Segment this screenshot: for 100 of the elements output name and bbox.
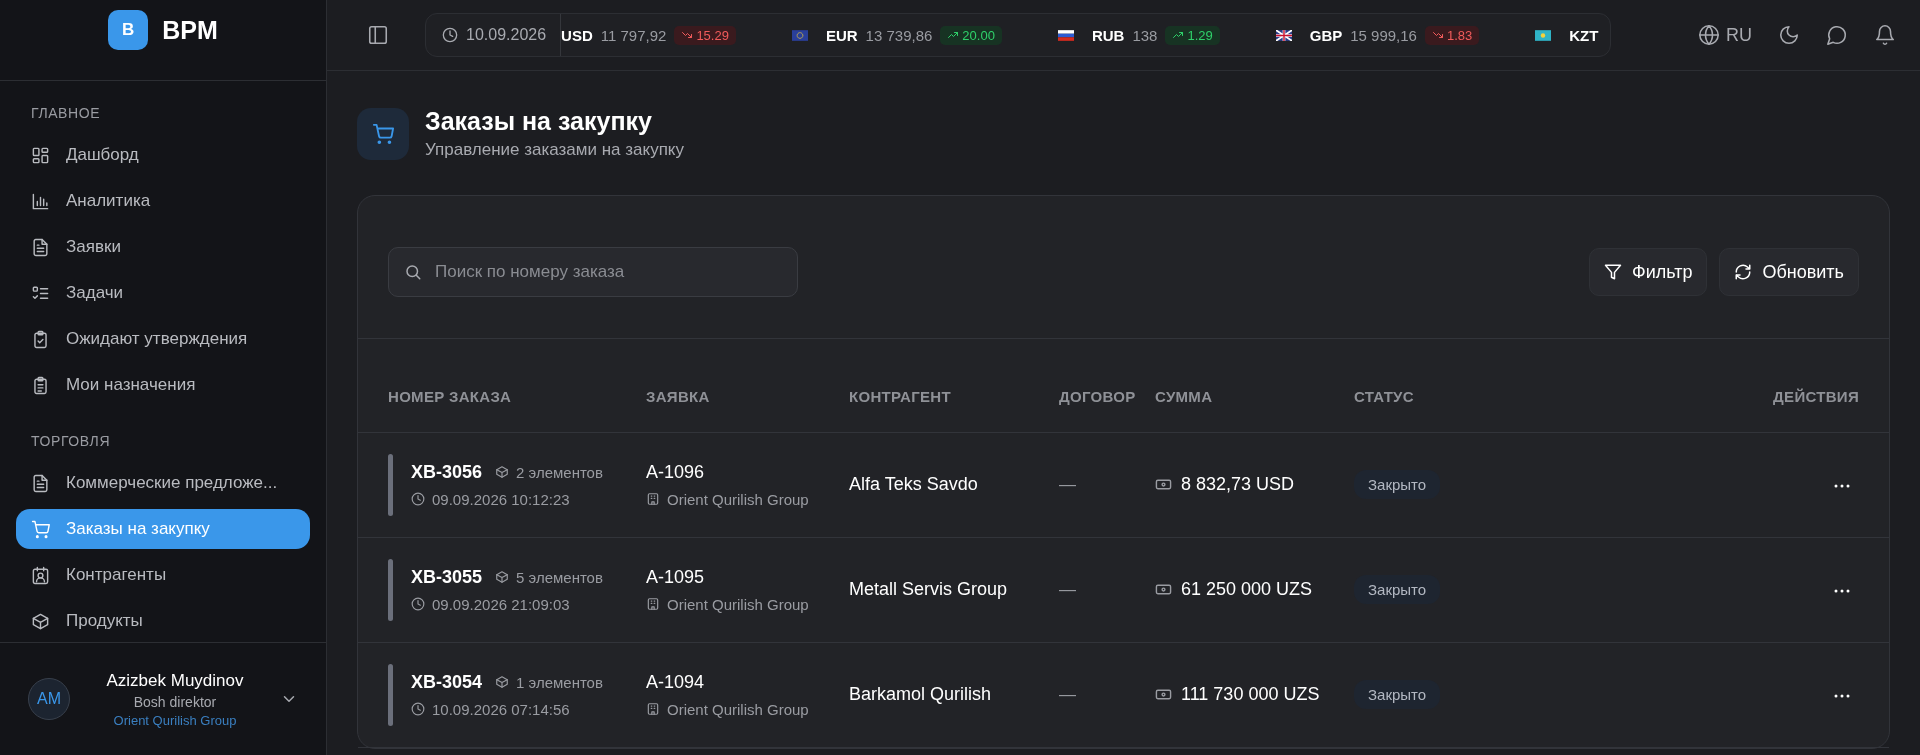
- refresh-button[interactable]: Обновить: [1719, 248, 1859, 296]
- clock-icon: [411, 597, 425, 611]
- cart-icon: [31, 519, 50, 539]
- order-amount: 61 250 000 UZS: [1181, 579, 1313, 600]
- flag-icon: [1057, 29, 1074, 41]
- rate-change-badge: 15.29: [674, 25, 736, 45]
- contract-value: —: [1059, 684, 1076, 704]
- order-number: XB-3054: [411, 671, 483, 693]
- box-icon: [495, 465, 510, 479]
- status-badge: Закрыто: [1354, 680, 1441, 709]
- status-badge: Закрыто: [1354, 575, 1441, 604]
- sidebar-item[interactable]: Продукты: [16, 601, 310, 641]
- order-datetime: 09.09.2026 10:12:23: [432, 490, 570, 508]
- bar-chart-icon: [31, 191, 50, 211]
- currency-code: GBP: [1309, 26, 1343, 44]
- contact-card-icon: [31, 565, 50, 585]
- item-count: 5 элементов: [516, 568, 603, 586]
- clock-icon: [442, 27, 458, 43]
- box-icon: [495, 675, 510, 689]
- section-title: ТОРГОВЛЯ: [30, 433, 112, 451]
- column-header: СУММА: [1155, 387, 1213, 405]
- flag-icon: [791, 29, 808, 41]
- contract-value: —: [1059, 579, 1076, 599]
- search-field[interactable]: Поиск по номеру заказа: [388, 247, 798, 297]
- search-icon: [404, 263, 422, 281]
- chat-bubble-icon[interactable]: [1826, 24, 1848, 46]
- flag-icon: [1535, 29, 1552, 41]
- order-amount: 111 730 000 UZS: [1181, 684, 1320, 705]
- order-datetime: 10.09.2026 07:14:56: [432, 700, 570, 718]
- sidebar-item[interactable]: Коммерческие предложе...: [16, 463, 310, 503]
- clock-icon: [411, 702, 425, 716]
- page-title: Заказы на закупку: [425, 107, 653, 136]
- request-company: Orient Qurilish Group: [667, 700, 809, 718]
- filter-button[interactable]: Фильтр: [1589, 248, 1708, 296]
- box-icon: [31, 611, 50, 631]
- flag-icon: [1275, 29, 1292, 41]
- row-accent-bar: [388, 663, 393, 726]
- order-number: XB-3056: [411, 461, 483, 483]
- column-header: КОНТРАГЕНТ: [849, 387, 951, 405]
- column-header: ДЕЙСТВИЯ: [1773, 387, 1859, 405]
- column-header: НОМЕР ЗАКАЗА: [388, 387, 512, 405]
- request-company: Orient Qurilish Group: [667, 490, 809, 508]
- row-accent-bar: [388, 453, 393, 516]
- filter-icon: [1604, 263, 1622, 281]
- language-button[interactable]: RU: [1698, 24, 1752, 46]
- counterparty-name: Metall Servis Group: [849, 579, 1008, 599]
- clock-icon: [411, 492, 425, 506]
- row-accent-bar: [388, 558, 393, 621]
- refresh-icon: [1734, 263, 1753, 281]
- currency-rate: 11 797,92: [600, 26, 667, 44]
- moon-icon[interactable]: [1778, 24, 1800, 46]
- column-header: ЗАЯВКА: [646, 387, 710, 405]
- box-icon: [495, 570, 510, 584]
- currency-rate: 13 739,86: [865, 26, 933, 44]
- currency-code: EUR: [825, 26, 858, 44]
- ellipsis-icon: [1833, 483, 1851, 489]
- sidebar-item[interactable]: Мои назначения: [16, 365, 310, 405]
- column-header: СТАТУС: [1354, 387, 1414, 405]
- sidebar-item[interactable]: Задачи: [16, 273, 310, 313]
- rate-change-badge: 1.83: [1424, 25, 1480, 45]
- cart-icon: [357, 107, 409, 160]
- currency-code: RUB: [1091, 26, 1125, 44]
- sidebar-item[interactable]: Контрагенты: [16, 555, 310, 595]
- user-role: Bosh direktor: [133, 693, 217, 710]
- building-icon: [646, 597, 660, 611]
- request-number: A-1095: [646, 566, 706, 588]
- sidebar-item[interactable]: Ожидают утверждения: [16, 319, 310, 359]
- order-number: XB-3055: [411, 566, 483, 588]
- clipboard-list-icon: [31, 375, 50, 395]
- clipboard-check-icon: [31, 329, 50, 349]
- avatar: AM: [28, 678, 70, 720]
- column-header: ДОГОВОР: [1059, 387, 1136, 405]
- bell-icon[interactable]: [1874, 24, 1896, 46]
- ellipsis-icon: [1833, 693, 1851, 699]
- document-icon: [31, 473, 50, 493]
- item-count: 1 элементов: [516, 673, 603, 691]
- brand-name: BPM: [162, 15, 218, 45]
- document-icon: [31, 237, 50, 257]
- building-icon: [646, 492, 660, 506]
- sidebar-item[interactable]: Заявки: [16, 227, 310, 267]
- counterparty-name: Barkamol Qurilish: [849, 684, 992, 704]
- currency-rate: 15 999,16: [1350, 26, 1417, 44]
- order-datetime: 09.09.2026 21:09:03: [432, 595, 570, 613]
- request-number: A-1094: [646, 671, 706, 693]
- user-company: Orient Qurilish Group: [113, 712, 237, 728]
- user-name: Azizbek Muydinov: [106, 670, 244, 691]
- item-count: 2 элементов: [516, 463, 603, 481]
- contract-value: —: [1059, 474, 1076, 494]
- currency-code: USD: [561, 26, 593, 44]
- ticker-date: 10.09.2026: [466, 26, 547, 44]
- counterparty-name: Alfa Teks Savdo: [849, 474, 978, 494]
- sidebar-item[interactable]: Аналитика: [16, 181, 310, 221]
- sidebar-toggle-icon[interactable]: [367, 24, 389, 46]
- rate-change-badge: 1.29: [1165, 25, 1220, 45]
- ellipsis-icon: [1833, 588, 1851, 594]
- sidebar-item[interactable]: Дашборд: [16, 135, 310, 175]
- status-badge: Закрыто: [1354, 470, 1441, 499]
- building-icon: [646, 702, 660, 716]
- section-title: ГЛАВНОЕ: [30, 105, 102, 123]
- dashboard-icon: [31, 145, 50, 165]
